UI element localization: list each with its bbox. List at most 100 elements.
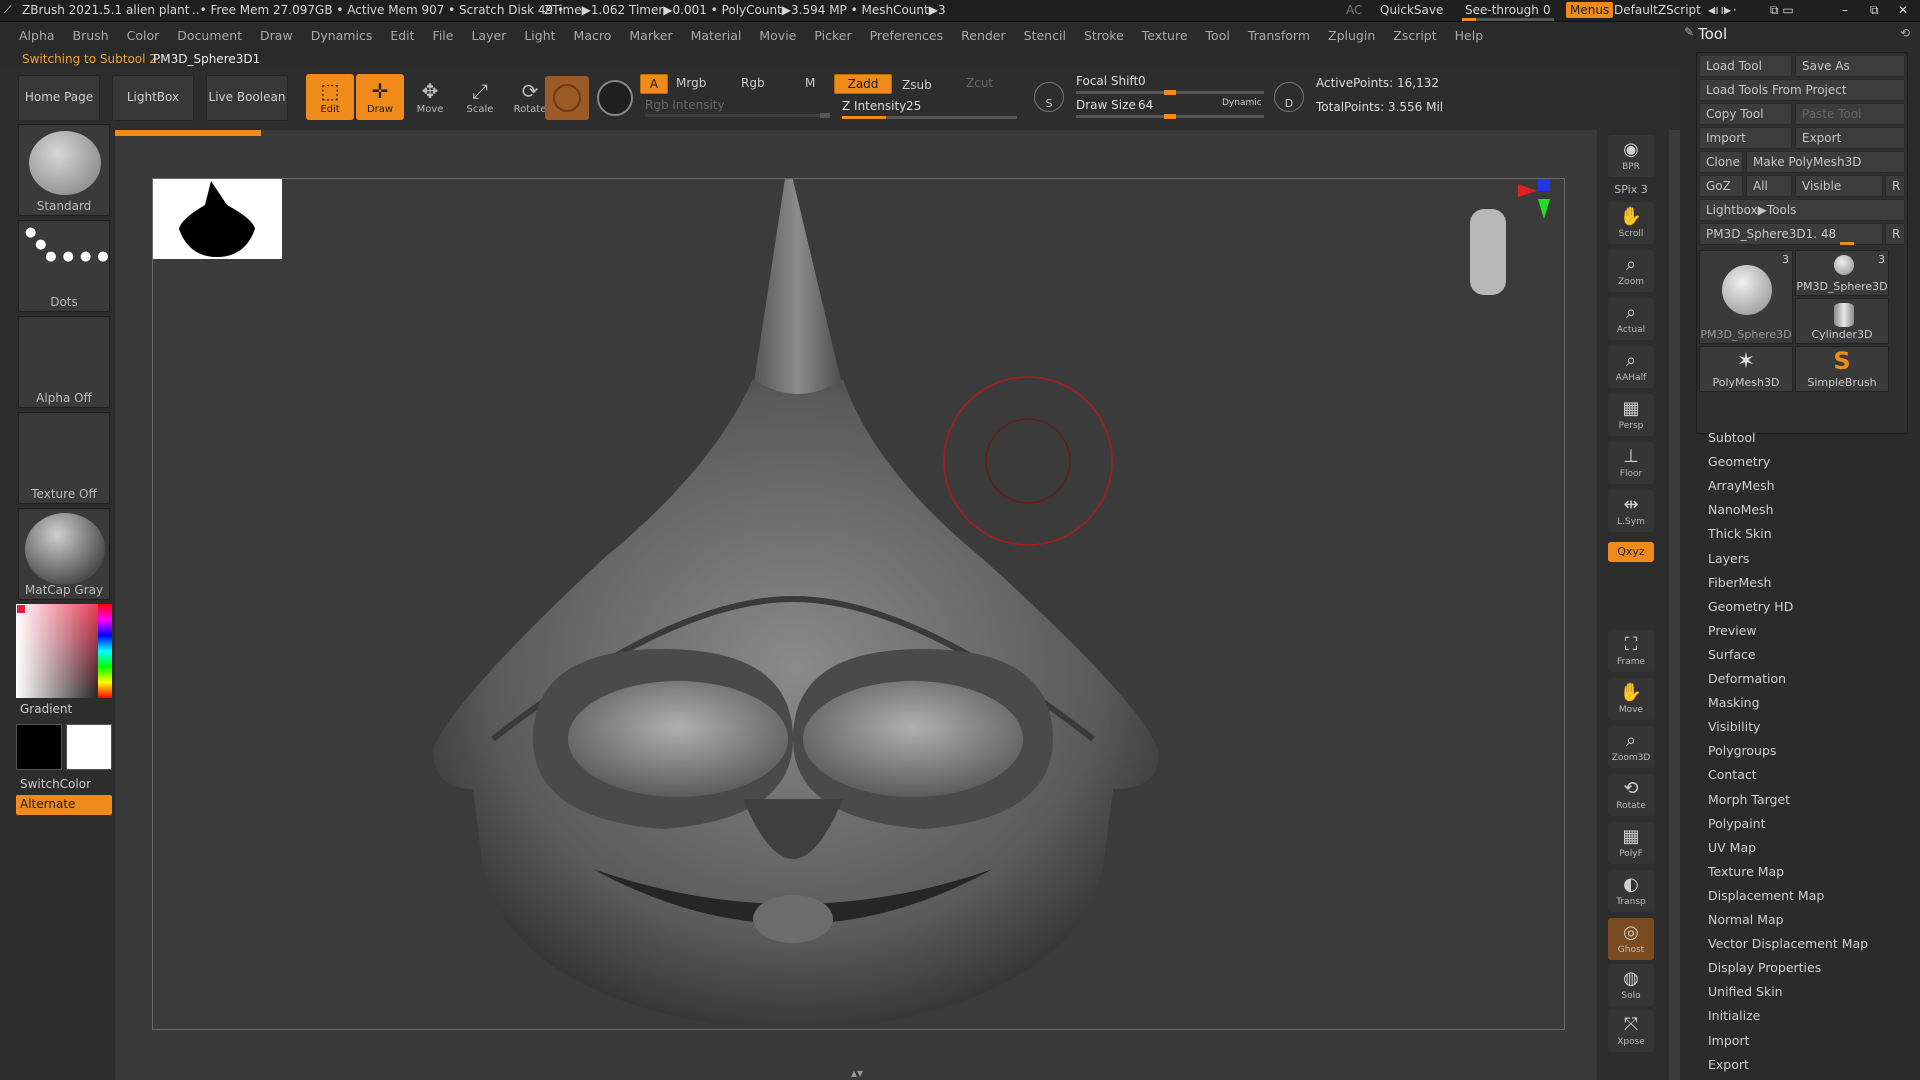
secondary-color-swatch[interactable] [16,724,62,770]
spix-button[interactable]: SPix 3 [1608,180,1654,200]
import-button[interactable]: Import [1699,127,1792,149]
lightbox-tools-button[interactable]: Lightbox▶Tools [1699,199,1905,221]
menu-dynamics[interactable]: Dynamics [302,22,382,43]
zcut-toggle[interactable]: Zcut [966,76,993,90]
section-display-properties[interactable]: Display Properties [1708,960,1821,975]
section-contact[interactable]: Contact [1708,767,1757,782]
copy-tool-button[interactable]: Copy Tool [1699,103,1792,125]
close-icon[interactable]: ✕ [1898,3,1908,17]
material-selector[interactable]: MatCap Gray [18,508,110,600]
section-subtool[interactable]: Subtool [1708,430,1755,445]
menu-material[interactable]: Material [682,22,751,43]
goz-visible-button[interactable]: Visible [1795,175,1883,197]
draw-size-slider[interactable] [1076,114,1264,119]
move-button[interactable]: ✋ Move [1608,678,1654,720]
menu-preferences[interactable]: Preferences [861,22,953,43]
section-normal-map[interactable]: Normal Map [1708,912,1784,927]
aahalf-button[interactable]: ⌕ AAHalf [1608,346,1654,388]
alpha-selector[interactable]: Alpha Off [18,316,110,408]
menus-toggle[interactable]: Menus [1566,2,1614,18]
draw-mode-sphere-icon[interactable] [597,80,633,116]
transp-button[interactable]: ◐ Transp [1608,870,1654,912]
rotate-button[interactable]: ⟲ Rotate [1608,774,1654,816]
live-boolean-button[interactable]: Live Boolean [206,75,288,121]
section-surface[interactable]: Surface [1708,647,1756,662]
current-tool-slider[interactable]: PM3D_Sphere3D1. 48 [1699,223,1883,245]
hue-strip[interactable] [98,604,112,698]
lightbox-button[interactable]: LightBox [112,75,194,121]
section-displacement-map[interactable]: Displacement Map [1708,888,1824,903]
menu-stencil[interactable]: Stencil [1015,22,1075,43]
tool-tile-pm3d-sphere-large[interactable]: 3 PM3D_Sphere3D [1699,250,1793,344]
goz-button[interactable]: GoZ [1699,175,1743,197]
material-swatch[interactable] [545,76,589,120]
load-tool-button[interactable]: Load Tool [1699,55,1792,77]
move-mode-button[interactable]: ✥ Move [406,74,454,120]
current-tool-slider-knob[interactable] [1840,242,1854,245]
draw-mode-button[interactable]: ✛ Draw [356,74,404,120]
main-color-swatch[interactable] [66,724,112,770]
save-as-button[interactable]: Save As [1795,55,1905,77]
d-button[interactable]: D [1274,82,1304,112]
brush-selector[interactable]: Standard [18,124,110,216]
xyz-button[interactable]: Qxyz [1608,542,1654,562]
menu-light[interactable]: Light [515,22,564,43]
menu-color[interactable]: Color [118,22,169,43]
layout-icons[interactable]: ◂ıı ıı▸ · [1708,3,1737,17]
menu-brush[interactable]: Brush [64,22,118,43]
menu-render[interactable]: Render [952,22,1015,43]
lsym-button[interactable]: ⇹ L.Sym [1608,490,1654,532]
section-geometry-hd[interactable]: Geometry HD [1708,599,1793,614]
section-unified-skin[interactable]: Unified Skin [1708,984,1783,999]
navigation-gizmo[interactable] [1470,179,1550,295]
make-polymesh3d-button[interactable]: Make PolyMesh3D [1746,151,1905,173]
section-initialize[interactable]: Initialize [1708,1008,1760,1023]
menu-zplugin[interactable]: Zplugin [1319,22,1384,43]
polyf-button[interactable]: ▦ PolyF [1608,822,1654,864]
xpose-button[interactable]: ⤧ Xpose [1608,1010,1654,1052]
menu-edit[interactable]: Edit [381,22,423,43]
gradient-label[interactable]: Gradient [20,702,72,716]
default-zscript-button[interactable]: DefaultZScript [1614,3,1701,17]
s-button[interactable]: S [1034,82,1064,112]
clone-button[interactable]: Clone [1699,151,1743,173]
section-masking[interactable]: Masking [1708,695,1760,710]
section-layers[interactable]: Layers [1708,551,1749,566]
section-geometry[interactable]: Geometry [1708,454,1770,469]
menu-texture[interactable]: Texture [1133,22,1197,43]
edit-mode-button[interactable]: ⬚ Edit [306,74,354,120]
menu-help[interactable]: Help [1446,22,1493,43]
paste-tool-button[interactable]: Paste Tool [1795,103,1905,125]
section-nanomesh[interactable]: NanoMesh [1708,502,1774,517]
section-fibermesh[interactable]: FiberMesh [1708,575,1771,590]
seethrough-label[interactable]: See-through [1465,3,1539,17]
dynamic-toggle[interactable]: Dynamic [1222,98,1262,108]
menu-movie[interactable]: Movie [750,22,805,43]
section-polygroups[interactable]: Polygroups [1708,743,1776,758]
actual-button[interactable]: ⌕ Actual [1608,298,1654,340]
frame-button[interactable]: ⛶ Frame [1608,630,1654,672]
export-button[interactable]: Export [1795,127,1905,149]
alternate-button[interactable]: Alternate [16,795,112,815]
section-visibility[interactable]: Visibility [1708,719,1760,734]
minimize-icon[interactable]: – [1842,3,1848,17]
reset-icon[interactable]: ⟲ [1900,26,1910,40]
goz-all-button[interactable]: All [1746,175,1792,197]
menu-draw[interactable]: Draw [251,22,302,43]
section-arraymesh[interactable]: ArrayMesh [1708,478,1775,493]
goz-r-button[interactable]: R [1885,175,1905,197]
ghost-button[interactable]: ◎ Ghost [1608,918,1654,960]
tool-tile-cylinder3d[interactable]: Cylinder3D [1795,298,1889,344]
stroke-selector[interactable]: ● ● ●●●● Dots [18,220,110,312]
zoom-button[interactable]: ⌕ Zoom [1608,250,1654,292]
quicksave-button[interactable]: QuickSave [1380,3,1443,17]
section-deformation[interactable]: Deformation [1708,671,1786,686]
persp-button[interactable]: ▦ Persp [1608,394,1654,436]
menu-tool[interactable]: Tool [1197,22,1239,43]
load-tools-from-project-button[interactable]: Load Tools From Project [1699,79,1905,101]
solo-button[interactable]: ◍ Solo [1608,964,1654,1006]
menu-document[interactable]: Document [168,22,251,43]
section-preview[interactable]: Preview [1708,623,1757,638]
section-thick-skin[interactable]: Thick Skin [1708,526,1772,541]
section-export[interactable]: Export [1708,1057,1749,1072]
